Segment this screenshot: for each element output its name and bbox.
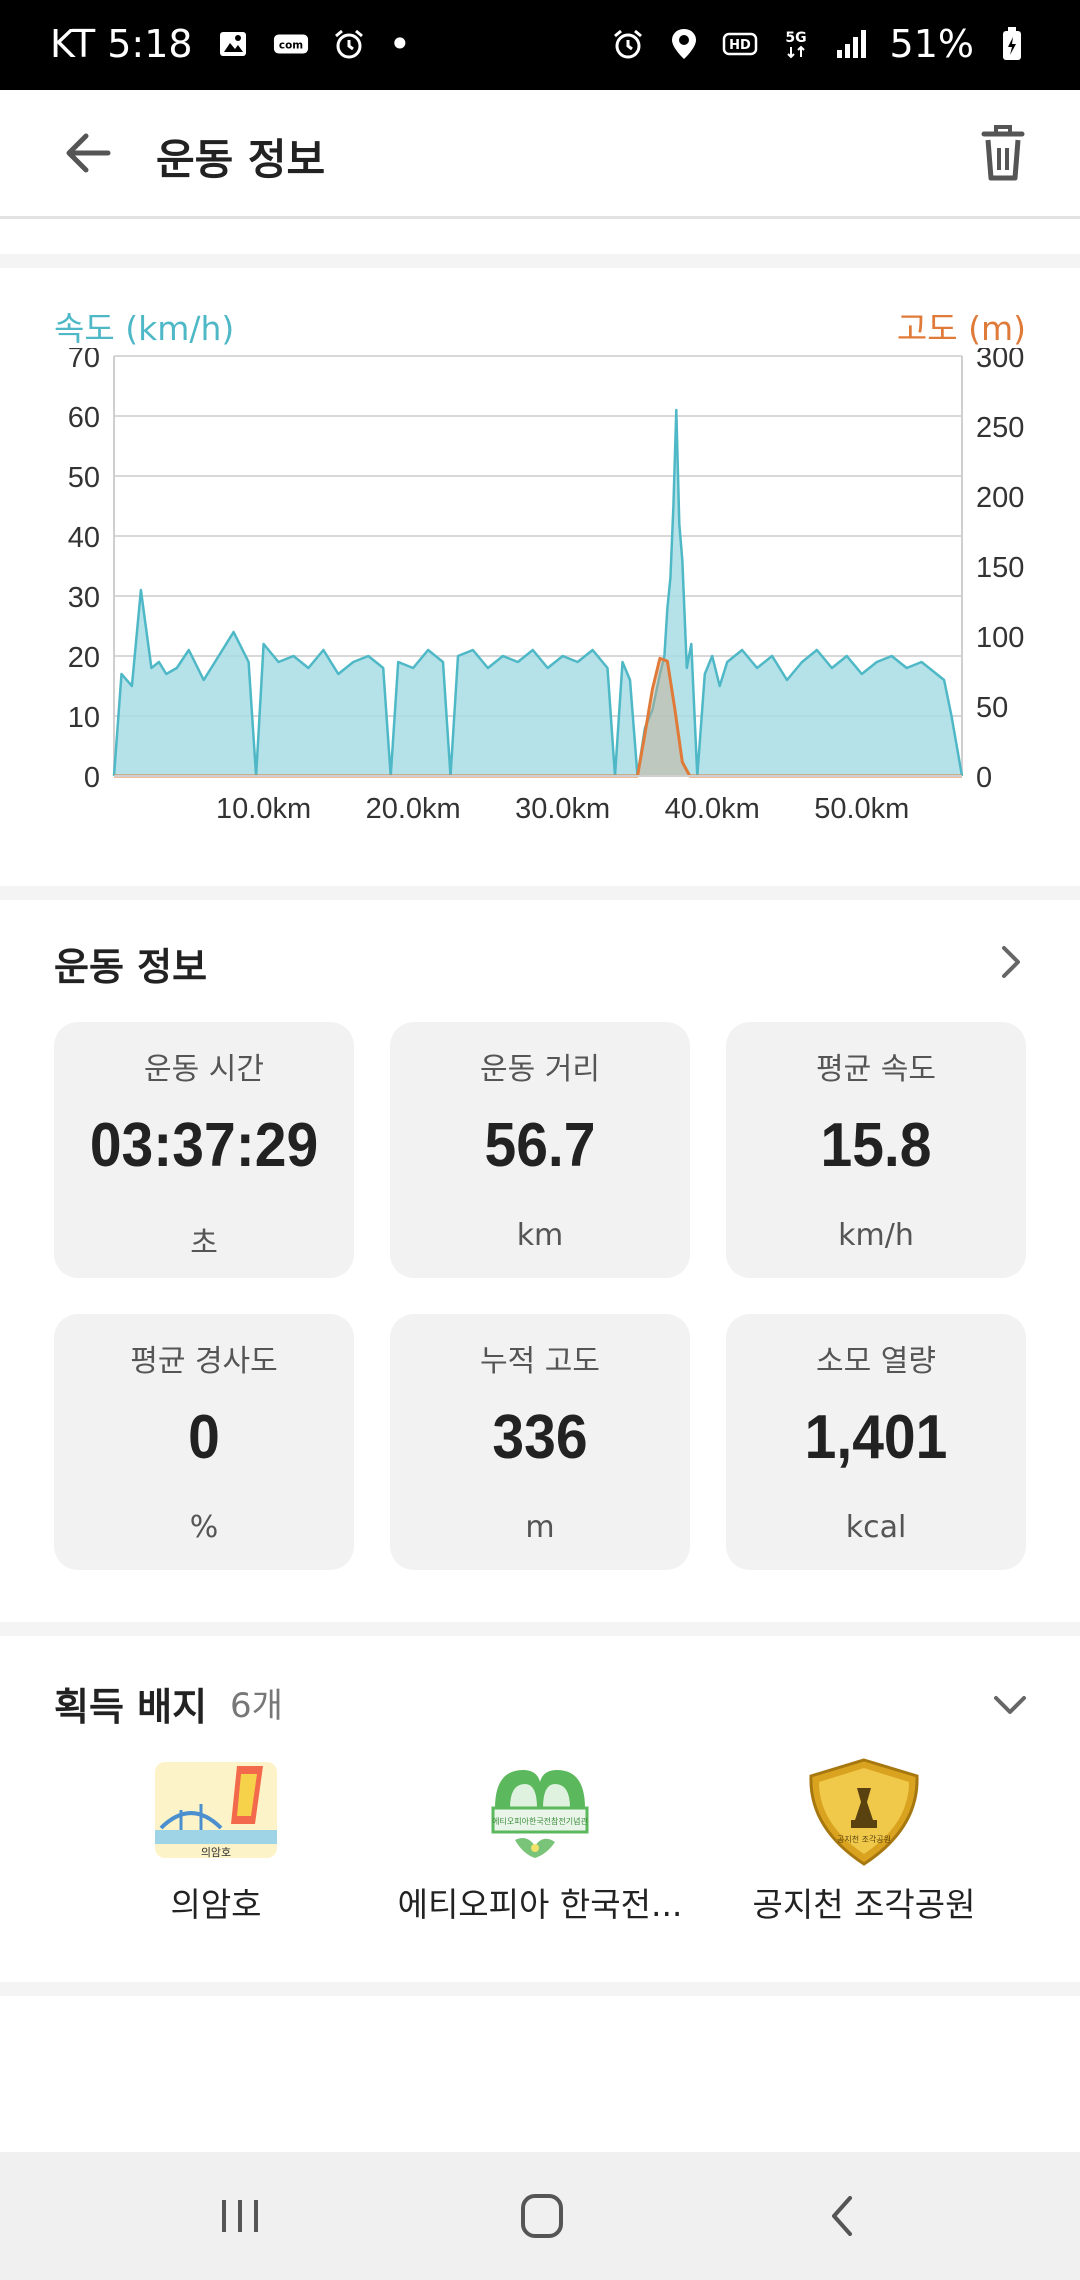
stat-value: 0 xyxy=(188,1403,220,1472)
memorial-hall-badge-icon: 에티오피아한국전참전기념관 xyxy=(475,1758,605,1868)
back-arrow-icon[interactable] xyxy=(56,120,126,186)
svg-text:com: com xyxy=(279,40,303,52)
y-left-tick-label: 50 xyxy=(68,462,100,494)
page-title: 운동 정보 xyxy=(156,135,326,184)
location-icon xyxy=(666,26,702,62)
stat-unit: % xyxy=(189,1510,219,1545)
stat-tile-avg-speed: 평균 속도 15.8 km/h xyxy=(726,1022,1026,1278)
y-right-tick-label: 200 xyxy=(976,482,1024,514)
system-nav-bar xyxy=(0,2152,1080,2280)
stat-value: 1,401 xyxy=(804,1403,948,1472)
com-icon: com xyxy=(273,26,309,62)
y-left-tick-label: 20 xyxy=(68,642,100,674)
stat-label: 평균 경사도 xyxy=(130,1344,278,1379)
sculpture-park-badge-icon: 공지천 조각공원 xyxy=(799,1758,929,1868)
stat-unit: km xyxy=(516,1218,564,1253)
x-tick-label: 50.0km xyxy=(814,793,909,825)
stat-value: 336 xyxy=(492,1403,588,1472)
badge-name: 공지천 조각공원 xyxy=(752,1885,976,1924)
speed-altitude-chart: 0 10 20 30 40 50 60 70 0 50 100 150 200 250 300 10.0km 2… xyxy=(68,348,1025,825)
stat-unit: km/h xyxy=(838,1218,914,1253)
y-left-tick-label: 0 xyxy=(84,762,100,794)
x-tick-label: 10.0km xyxy=(216,793,311,825)
hd-icon: HD xyxy=(722,26,758,62)
badge-item[interactable]: 의암호 의암호 xyxy=(56,1758,376,1926)
badge-caption: 의암호 xyxy=(201,1846,231,1859)
speed-altitude-chart-card: 속도 (km/h) 고도 (m) 0 10 20 30 40 50 60 70 0 50 100 15… xyxy=(0,268,1080,884)
stat-tile-calories: 소모 열량 1,401 kcal xyxy=(726,1314,1026,1570)
stat-value: 03:37:29 xyxy=(89,1111,319,1180)
notification-dot: • xyxy=(388,22,412,66)
section-divider xyxy=(0,254,1080,268)
chevron-right-icon[interactable] xyxy=(990,942,1030,982)
stat-unit: m xyxy=(525,1510,555,1545)
section-divider xyxy=(0,1982,1080,1996)
stat-value: 15.8 xyxy=(820,1111,932,1180)
alarm-icon xyxy=(331,26,367,62)
back-icon[interactable] xyxy=(804,2182,884,2250)
battery-icon xyxy=(994,26,1030,62)
status-bar: KT 5:18 com • HD 5G 51% xyxy=(0,0,1080,90)
stat-label: 누적 고도 xyxy=(480,1344,600,1379)
svg-text:5G: 5G xyxy=(785,30,806,46)
trash-icon[interactable] xyxy=(970,118,1036,188)
chevron-down-icon[interactable] xyxy=(990,1684,1030,1724)
section-title: 운동 정보 xyxy=(54,945,208,989)
badge-caption: 공지천 조각공원 xyxy=(837,1834,891,1844)
stat-unit: kcal xyxy=(845,1510,907,1545)
y-left-tick-label: 70 xyxy=(68,348,100,374)
alarm-icon xyxy=(610,26,646,62)
signal-icon xyxy=(834,26,870,62)
stat-tile-distance: 운동 거리 56.7 km xyxy=(390,1022,690,1278)
5g-icon: 5G xyxy=(778,26,814,62)
badge-count: 6개 xyxy=(230,1686,283,1726)
speed-axis-label: 속도 (km/h) xyxy=(54,309,235,348)
speed-series-area xyxy=(114,410,962,776)
workout-info-section: 운동 정보 운동 시간 03:37:29 초 운동 거리 56.7 km 평균 … xyxy=(0,902,1080,1620)
stat-tile-elevation-gain: 누적 고도 336 m xyxy=(390,1314,690,1570)
altitude-axis-label: 고도 (m) xyxy=(896,309,1026,348)
recent-apps-icon[interactable] xyxy=(200,2182,280,2250)
stat-label: 운동 거리 xyxy=(480,1052,600,1087)
x-tick-label: 40.0km xyxy=(665,793,760,825)
section-title: 획득 배지 xyxy=(54,1685,208,1729)
y-right-tick-label: 50 xyxy=(976,692,1008,724)
y-left-tick-label: 60 xyxy=(68,402,100,434)
svg-text:HD: HD xyxy=(729,38,751,53)
sailboat-badge-icon: 의암호 xyxy=(151,1758,281,1868)
y-right-tick-label: 150 xyxy=(976,552,1024,584)
stat-tile-avg-grade: 평균 경사도 0 % xyxy=(54,1314,354,1570)
stat-tile-duration: 운동 시간 03:37:29 초 xyxy=(54,1022,354,1278)
badge-item[interactable]: 에티오피아한국전참전기념관 에티오피아 한국전... xyxy=(380,1758,700,1926)
y-right-tick-label: 0 xyxy=(976,762,992,794)
stat-label: 소모 열량 xyxy=(816,1344,936,1379)
stat-value: 56.7 xyxy=(484,1111,596,1180)
battery-percent: 51% xyxy=(889,22,974,66)
stat-label: 평균 속도 xyxy=(816,1052,936,1087)
y-right-tick-label: 250 xyxy=(976,412,1024,444)
section-divider xyxy=(0,1622,1080,1636)
badge-name: 에티오피아 한국전... xyxy=(397,1885,683,1924)
stat-label: 운동 시간 xyxy=(144,1052,264,1087)
image-icon xyxy=(215,26,251,62)
home-icon[interactable] xyxy=(502,2182,582,2250)
x-tick-label: 30.0km xyxy=(515,793,610,825)
y-right-tick-label: 100 xyxy=(976,622,1024,654)
y-left-tick-label: 40 xyxy=(68,522,100,554)
app-bar: 운동 정보 xyxy=(0,90,1080,219)
badge-name: 의암호 xyxy=(170,1885,262,1924)
y-left-tick-label: 30 xyxy=(68,582,100,614)
y-right-tick-label: 300 xyxy=(976,348,1024,374)
stat-unit: 초 xyxy=(190,1226,218,1261)
badge-item[interactable]: 공지천 조각공원 공지천 조각공원 xyxy=(704,1758,1024,1926)
carrier-time: KT 5:18 xyxy=(50,22,193,66)
x-tick-label: 20.0km xyxy=(366,793,461,825)
y-left-tick-label: 10 xyxy=(68,702,100,734)
badge-caption: 에티오피아한국전참전기념관 xyxy=(492,1816,588,1826)
section-divider xyxy=(0,886,1080,900)
earned-badges-section: 획득 배지 6개 의암호 의암호 에티오피아한국전참전기념관 에티오피아 한국전… xyxy=(0,1638,1080,1980)
